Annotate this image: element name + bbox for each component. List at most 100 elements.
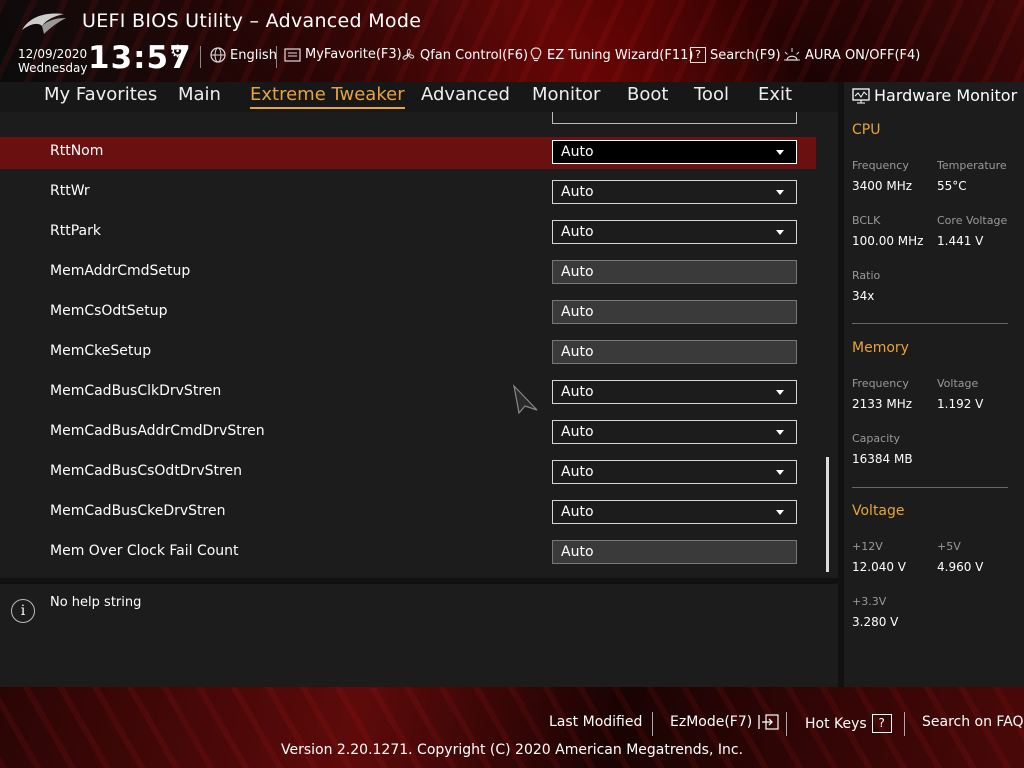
setting-row-memcadbuscekdrvstren[interactable]: MemCadBusCkeDrvStren Auto [0,497,816,529]
dropdown-arrow-icon [776,190,784,195]
tab-monitor[interactable]: Monitor [532,84,600,105]
setting-value: Auto [561,504,594,520]
setting-dropdown[interactable]: Auto [552,500,797,524]
setting-value: Auto [561,544,594,560]
language-label: English [230,47,277,63]
setting-label: Mem Over Clock Fail Count [50,543,239,559]
tab-boot[interactable]: Boot [627,84,668,105]
search-faq-label: Search on FAQ [922,714,1024,730]
setting-value: Auto [561,224,594,240]
setting-dropdown[interactable]: Auto [552,180,797,204]
ez-tuning-wizard-button[interactable]: EZ Tuning Wizard(F11) [529,47,693,63]
setting-value: Auto [561,384,594,400]
info-icon: i [11,599,35,623]
help-key-icon: ? [871,714,892,733]
hardware-monitor-header: Hardware Monitor [852,86,1017,105]
setting-row-memaddrcmdsetup[interactable]: MemAddrCmdSetup Auto [0,257,816,289]
lightbulb-icon [530,47,542,62]
setting-dropdown[interactable]: Auto [552,220,797,244]
memory-voltage-value: 1.192 V [937,397,984,411]
bclk-label: BCLK [852,214,881,227]
last-modified-button[interactable]: Last Modified [549,714,642,730]
core-voltage-value: 1.441 V [937,234,984,248]
dropdown-arrow-icon [776,510,784,515]
tab-extreme-tweaker[interactable]: Extreme Tweaker [250,84,405,109]
setting-row-memcsodtsetup[interactable]: MemCsOdtSetup Auto [0,297,816,329]
copyright-text: Version 2.20.1271. Copyright (C) 2020 Am… [280,742,744,758]
language-button[interactable]: English [210,47,277,63]
setting-readonly-field: Auto [552,300,797,324]
setting-dropdown[interactable]: Auto [552,380,797,404]
tab-tool[interactable]: Tool [694,84,729,105]
setting-row-rttnom[interactable]: RttNom Auto [0,137,816,169]
setting-label: RttPark [50,223,101,239]
setting-label: MemCkeSetup [50,343,152,359]
main-tab-bar: My Favorites Main Extreme Tweaker Advanc… [0,82,838,112]
hot-keys-button[interactable]: Hot Keys ? [805,714,892,733]
voltage-section-title: Voltage [852,503,905,519]
memory-section-title: Memory [852,340,909,356]
qfan-control-button[interactable]: Qfan Control(F6) [400,47,528,63]
tab-main[interactable]: Main [178,84,221,105]
v12-label: +12V [852,540,883,553]
aura-light-icon [784,48,800,61]
cpu-temperature-label: Temperature [937,159,1007,172]
setting-value: Auto [561,184,594,200]
tab-exit[interactable]: Exit [758,84,792,105]
hardware-monitor-title: Hardware Monitor [874,86,1018,105]
v5-label: +5V [937,540,961,553]
fan-icon [402,48,415,60]
ratio-label: Ratio [852,269,881,282]
day-text: Wednesday [18,61,88,75]
setting-value: Auto [561,144,594,160]
v33-label: +3.3V [852,595,887,608]
setting-value: Auto [561,424,594,440]
scrollbar-thumb[interactable] [826,457,829,572]
tab-my-favorites[interactable]: My Favorites [44,84,157,105]
setting-row-memcadbuscsodtdrvstren[interactable]: MemCadBusCsOdtDrvStren Auto [0,457,816,489]
gear-icon[interactable]: ⚙ [170,42,185,62]
setting-dropdown[interactable]: Auto [552,420,797,444]
aura-button[interactable]: AURA ON/OFF(F4) [783,47,920,63]
ezmode-button[interactable]: EzMode(F7) [670,714,779,730]
search-faq-button[interactable]: Search on FAQ [922,714,1024,730]
partial-field [552,112,797,124]
cpu-temperature-value: 55°C [937,179,967,193]
setting-row-mem-over-clock-fail-count[interactable]: Mem Over Clock Fail Count Auto [0,537,816,569]
setting-row-memckesetup[interactable]: MemCkeSetup Auto [0,337,816,369]
setting-dropdown[interactable]: Auto [552,140,797,164]
aura-label: AURA ON/OFF(F4) [805,47,921,63]
section-divider [852,487,1008,488]
setting-value: Auto [561,464,594,480]
dropdown-arrow-icon [776,390,784,395]
ratio-value: 34x [852,289,875,303]
tab-advanced[interactable]: Advanced [421,84,510,105]
memory-voltage-label: Voltage [937,377,979,390]
v12-value: 12.040 V [852,560,907,574]
footer-divider [652,712,653,736]
dropdown-arrow-icon [776,430,784,435]
cpu-frequency-label: Frequency [852,159,909,172]
setting-row-memcadbusclkdrvstren[interactable]: MemCadBusClkDrvStren Auto [0,377,816,409]
myfavorite-button[interactable]: MyFavorite(F3) [284,47,402,62]
setting-row-rttpark[interactable]: RttPark Auto [0,217,816,249]
mouse-pointer-icon [513,384,538,414]
help-panel: i No help string [0,584,838,687]
setting-label: RttWr [50,183,90,199]
setting-readonly-field: Auto [552,260,797,284]
setting-value: Auto [561,344,594,360]
search-button[interactable]: ? Search(F9) [690,47,781,63]
setting-dropdown[interactable]: Auto [552,460,797,484]
setting-row-memcadbusaddrcmddrvstren[interactable]: MemCadBusAddrCmdDrvStren Auto [0,417,816,449]
capacity-value: 16384 MB [852,452,913,466]
memory-frequency-label: Frequency [852,377,909,390]
date-display: 12/09/2020 Wednesday [18,47,87,75]
hardware-monitor-panel: Hardware Monitor CPU Frequency Temperatu… [844,82,1024,687]
hot-keys-label: Hot Keys [805,715,867,732]
setting-value: Auto [561,304,594,320]
globe-icon [210,47,226,63]
setting-label: MemCadBusCkeDrvStren [50,503,226,519]
cpu-section-title: CPU [852,122,881,138]
setting-row-rttwr[interactable]: RttWr Auto [0,177,816,209]
myfavorite-label: MyFavorite(F3) [305,47,402,62]
